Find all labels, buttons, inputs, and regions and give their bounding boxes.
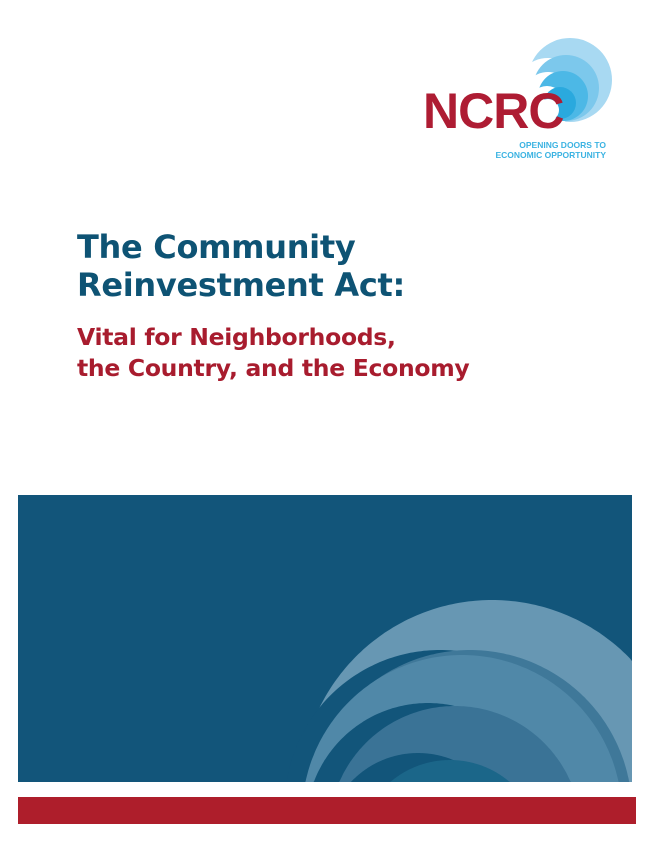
wave-graphic-panel	[18, 495, 632, 782]
title-line-2: Reinvestment Act:	[77, 266, 405, 304]
subtitle-line-1: Vital for Neighborhoods,	[77, 323, 396, 351]
footer-bar	[18, 797, 636, 824]
subtitle-line-2: the Country, and the Economy	[77, 354, 470, 382]
ncrc-logo: NCRC OPENING DOORS TO ECONOMIC OPPORTUNI…	[420, 30, 620, 170]
document-title: The Community Reinvestment Act:	[77, 228, 405, 304]
logo-wordmark: NCRC	[423, 83, 564, 139]
tagline-line-2: ECONOMIC OPPORTUNITY	[495, 150, 606, 160]
document-subtitle: Vital for Neighborhoods, the Country, an…	[77, 322, 470, 384]
logo-tagline: OPENING DOORS TO ECONOMIC OPPORTUNITY	[478, 140, 606, 160]
title-line-1: The Community	[77, 228, 356, 266]
tagline-line-1: OPENING DOORS TO	[519, 140, 606, 150]
